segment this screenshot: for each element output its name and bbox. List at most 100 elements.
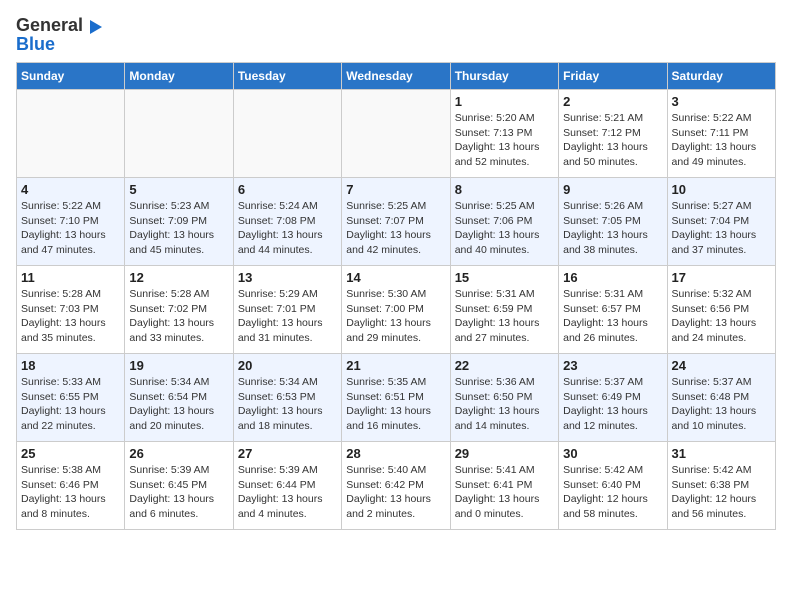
day-info: Sunrise: 5:41 AMSunset: 6:41 PMDaylight:… <box>455 463 554 522</box>
day-number: 3 <box>672 94 771 109</box>
weekday-header-saturday: Saturday <box>667 63 775 90</box>
weekday-header-monday: Monday <box>125 63 233 90</box>
day-cell-16: 16 Sunrise: 5:31 AMSunset: 6:57 PMDayligh… <box>559 266 667 354</box>
day-cell-28: 28Sunrise: 5:40 AMSunset: 6:42 PMDayligh… <box>342 442 450 530</box>
day-info: Sunrise: 5:28 AMSunset: 7:02 PMDaylight:… <box>129 287 228 346</box>
day-info: Sunrise: 5:39 AMSunset: 6:45 PMDaylight:… <box>129 463 228 522</box>
day-cell-2: 2 Sunrise: 5:21 AMSunset: 7:12 PMDaylight… <box>559 90 667 178</box>
day-cell-20: 20Sunrise: 5:34 AMSunset: 6:53 PMDayligh… <box>233 354 341 442</box>
day-info: Sunrise: 5:25 AMSunset: 7:06 PMDaylight:… <box>455 199 554 258</box>
day-number: 13 <box>238 270 337 285</box>
day-cell-22: 22Sunrise: 5:36 AMSunset: 6:50 PMDayligh… <box>450 354 558 442</box>
day-cell-7: 7 Sunrise: 5:25 AMSunset: 7:07 PMDaylight… <box>342 178 450 266</box>
day-number: 29 <box>455 446 554 461</box>
day-cell-27: 27 Sunrise: 5:39 AMSunset: 6:44 PMDayligh… <box>233 442 341 530</box>
day-number: 31 <box>672 446 771 461</box>
day-info: Sunrise: 5:42 AMSunset: 6:38 PMDaylight:… <box>672 463 771 522</box>
day-number: 14 <box>346 270 445 285</box>
day-number: 22 <box>455 358 554 373</box>
day-info: Sunrise: 5:33 AMSunset: 6:55 PMDaylight:… <box>21 375 120 434</box>
day-cell-21: 21 Sunrise: 5:35 AMSunset: 6:51 PMDayligh… <box>342 354 450 442</box>
day-info: Sunrise: 5:32 AMSunset: 6:56 PMDaylight:… <box>672 287 771 346</box>
day-number: 15 <box>455 270 554 285</box>
logo-general-text: General <box>16 15 83 35</box>
day-cell-23: 23 Sunrise: 5:37 AMSunset: 6:49 PMDayligh… <box>559 354 667 442</box>
calendar-table: SundayMondayTuesdayWednesdayThursdayFrid… <box>16 62 776 530</box>
day-cell-9: 9 Sunrise: 5:26 AMSunset: 7:05 PMDaylight… <box>559 178 667 266</box>
day-cell-4: 4 Sunrise: 5:22 AMSunset: 7:10 PMDaylight… <box>17 178 125 266</box>
day-cell-13: 13 Sunrise: 5:29 AMSunset: 7:01 PMDayligh… <box>233 266 341 354</box>
day-cell-1: 1 Sunrise: 5:20 AMSunset: 7:13 PMDaylight… <box>450 90 558 178</box>
day-info: Sunrise: 5:24 AMSunset: 7:08 PMDaylight:… <box>238 199 337 258</box>
weekday-header-friday: Friday <box>559 63 667 90</box>
day-number: 5 <box>129 182 228 197</box>
weekday-header-wednesday: Wednesday <box>342 63 450 90</box>
day-number: 8 <box>455 182 554 197</box>
day-number: 26 <box>129 446 228 461</box>
day-info: Sunrise: 5:29 AMSunset: 7:01 PMDaylight:… <box>238 287 337 346</box>
day-number: 20 <box>238 358 337 373</box>
day-cell-5: 5Sunrise: 5:23 AMSunset: 7:09 PMDaylight… <box>125 178 233 266</box>
day-cell-empty <box>342 90 450 178</box>
day-info: Sunrise: 5:38 AMSunset: 6:46 PMDaylight:… <box>21 463 120 522</box>
day-info: Sunrise: 5:28 AMSunset: 7:03 PMDaylight:… <box>21 287 120 346</box>
day-number: 4 <box>21 182 120 197</box>
day-info: Sunrise: 5:39 AMSunset: 6:44 PMDaylight:… <box>238 463 337 522</box>
day-cell-6: 6Sunrise: 5:24 AMSunset: 7:08 PMDaylight… <box>233 178 341 266</box>
logo: General Blue <box>16 16 102 54</box>
day-number: 7 <box>346 182 445 197</box>
day-cell-3: 3 Sunrise: 5:22 AMSunset: 7:11 PMDaylight… <box>667 90 775 178</box>
day-number: 18 <box>21 358 120 373</box>
day-number: 10 <box>672 182 771 197</box>
day-info: Sunrise: 5:35 AMSunset: 6:51 PMDaylight:… <box>346 375 445 434</box>
week-row-1: 1 Sunrise: 5:20 AMSunset: 7:13 PMDaylight… <box>17 90 776 178</box>
day-info: Sunrise: 5:22 AMSunset: 7:10 PMDaylight:… <box>21 199 120 258</box>
day-info: Sunrise: 5:42 AMSunset: 6:40 PMDaylight:… <box>563 463 662 522</box>
day-cell-11: 11 Sunrise: 5:28 AMSunset: 7:03 PMDayligh… <box>17 266 125 354</box>
day-info: Sunrise: 5:31 AMSunset: 6:57 PMDaylight:… <box>563 287 662 346</box>
day-number: 23 <box>563 358 662 373</box>
day-number: 16 <box>563 270 662 285</box>
day-cell-25: 25 Sunrise: 5:38 AMSunset: 6:46 PMDayligh… <box>17 442 125 530</box>
week-row-5: 25 Sunrise: 5:38 AMSunset: 6:46 PMDayligh… <box>17 442 776 530</box>
day-number: 25 <box>21 446 120 461</box>
week-row-4: 18 Sunrise: 5:33 AMSunset: 6:55 PMDayligh… <box>17 354 776 442</box>
day-number: 11 <box>21 270 120 285</box>
day-info: Sunrise: 5:25 AMSunset: 7:07 PMDaylight:… <box>346 199 445 258</box>
day-cell-14: 14 Sunrise: 5:30 AMSunset: 7:00 PMDayligh… <box>342 266 450 354</box>
day-number: 30 <box>563 446 662 461</box>
day-info: Sunrise: 5:37 AMSunset: 6:48 PMDaylight:… <box>672 375 771 434</box>
weekday-header-thursday: Thursday <box>450 63 558 90</box>
day-number: 21 <box>346 358 445 373</box>
day-number: 19 <box>129 358 228 373</box>
day-info: Sunrise: 5:27 AMSunset: 7:04 PMDaylight:… <box>672 199 771 258</box>
weekday-header-row: SundayMondayTuesdayWednesdayThursdayFrid… <box>17 63 776 90</box>
day-cell-8: 8 Sunrise: 5:25 AMSunset: 7:06 PMDaylight… <box>450 178 558 266</box>
day-info: Sunrise: 5:37 AMSunset: 6:49 PMDaylight:… <box>563 375 662 434</box>
logo-blue-text: Blue <box>16 34 55 54</box>
day-cell-17: 17 Sunrise: 5:32 AMSunset: 6:56 PMDayligh… <box>667 266 775 354</box>
day-number: 9 <box>563 182 662 197</box>
day-info: Sunrise: 5:21 AMSunset: 7:12 PMDaylight:… <box>563 111 662 170</box>
day-number: 1 <box>455 94 554 109</box>
day-info: Sunrise: 5:34 AMSunset: 6:54 PMDaylight:… <box>129 375 228 434</box>
day-cell-10: 10 Sunrise: 5:27 AMSunset: 7:04 PMDayligh… <box>667 178 775 266</box>
day-info: Sunrise: 5:22 AMSunset: 7:11 PMDaylight:… <box>672 111 771 170</box>
day-cell-empty <box>233 90 341 178</box>
weekday-header-tuesday: Tuesday <box>233 63 341 90</box>
day-info: Sunrise: 5:26 AMSunset: 7:05 PMDaylight:… <box>563 199 662 258</box>
day-info: Sunrise: 5:20 AMSunset: 7:13 PMDaylight:… <box>455 111 554 170</box>
day-info: Sunrise: 5:40 AMSunset: 6:42 PMDaylight:… <box>346 463 445 522</box>
day-cell-empty <box>17 90 125 178</box>
week-row-2: 4 Sunrise: 5:22 AMSunset: 7:10 PMDaylight… <box>17 178 776 266</box>
weekday-header-sunday: Sunday <box>17 63 125 90</box>
day-number: 17 <box>672 270 771 285</box>
day-number: 27 <box>238 446 337 461</box>
day-number: 12 <box>129 270 228 285</box>
day-cell-24: 24Sunrise: 5:37 AMSunset: 6:48 PMDayligh… <box>667 354 775 442</box>
day-info: Sunrise: 5:30 AMSunset: 7:00 PMDaylight:… <box>346 287 445 346</box>
day-cell-31: 31 Sunrise: 5:42 AMSunset: 6:38 PMDayligh… <box>667 442 775 530</box>
day-number: 2 <box>563 94 662 109</box>
logo-arrow-icon <box>90 20 102 34</box>
day-cell-empty <box>125 90 233 178</box>
